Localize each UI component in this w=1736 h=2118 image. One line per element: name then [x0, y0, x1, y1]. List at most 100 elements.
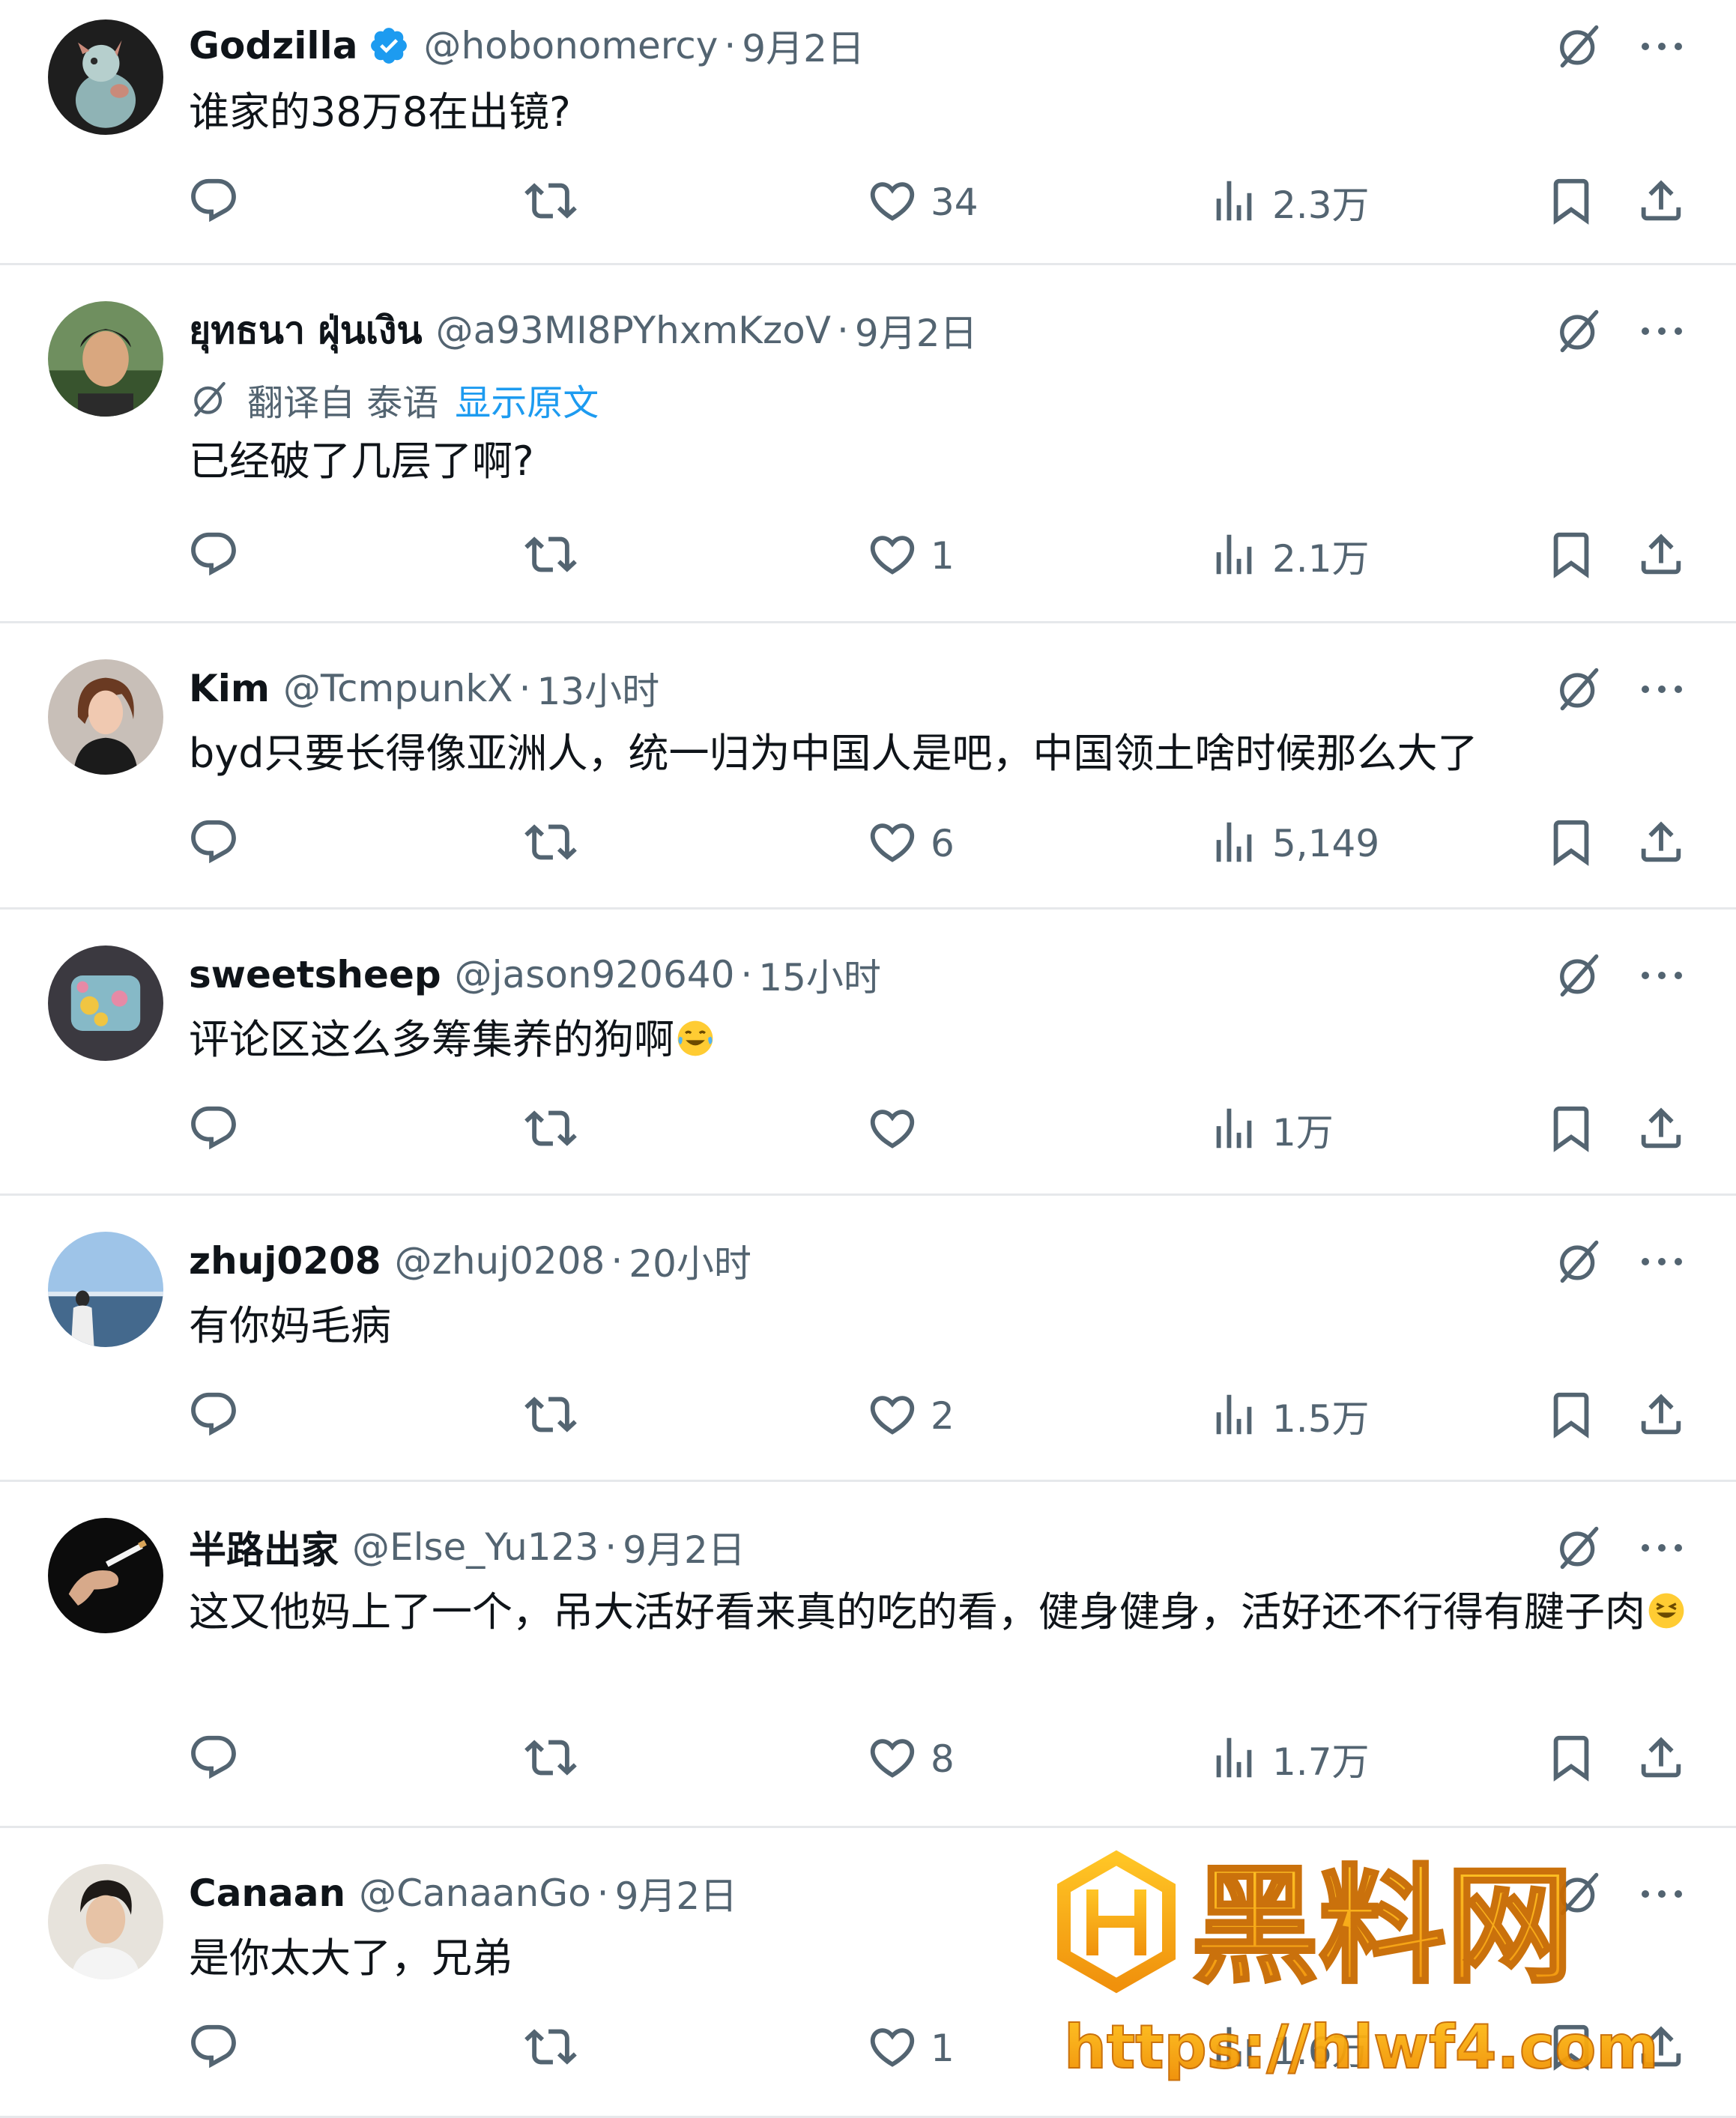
share-button[interactable]	[1635, 1379, 1687, 1453]
share-button[interactable]	[1635, 2011, 1687, 2086]
repost-button[interactable]	[524, 518, 577, 593]
separator-dot: ·	[611, 1239, 623, 1283]
user-handle[interactable]: @TcmpunkX	[283, 667, 513, 710]
display-name[interactable]: 半路出家	[189, 1520, 339, 1574]
like-button[interactable]: 2	[866, 1379, 955, 1453]
user-handle[interactable]: @CanaanGo	[359, 1872, 591, 1915]
like-button[interactable]: 1	[866, 518, 955, 593]
display-name[interactable]: Canaan	[189, 1872, 345, 1915]
display-name[interactable]: zhuj0208	[189, 1239, 381, 1283]
display-name[interactable]: Kim	[189, 667, 270, 710]
translation-notice: 翻译自 泰语 显示原文	[189, 373, 599, 426]
avatar[interactable]	[48, 19, 163, 135]
more-options-icon[interactable]	[1630, 15, 1693, 78]
avatar[interactable]	[48, 301, 163, 417]
views-button[interactable]: 2.3万	[1208, 165, 1370, 240]
share-button[interactable]	[1635, 518, 1687, 593]
repost-button[interactable]	[524, 806, 577, 881]
bookmark-button[interactable]	[1545, 518, 1597, 593]
views-icon	[1208, 2021, 1260, 2076]
reply-button[interactable]	[187, 806, 240, 881]
grok-icon[interactable]	[1548, 1863, 1611, 1925]
bookmark-icon	[1545, 175, 1597, 230]
views-button[interactable]: 1万	[1208, 1092, 1334, 1167]
avatar[interactable]	[48, 1232, 163, 1347]
views-button[interactable]: 2.1万	[1208, 518, 1370, 593]
timestamp[interactable]: 15小时	[758, 948, 881, 1002]
action-bar: 6 5,149	[0, 806, 1736, 881]
show-original-link[interactable]: 显示原文	[455, 373, 599, 426]
bookmark-button[interactable]	[1545, 1722, 1597, 1797]
reply-button[interactable]	[187, 1092, 240, 1167]
timestamp[interactable]: 20小时	[629, 1234, 751, 1288]
like-button[interactable]: 8	[866, 1722, 955, 1797]
reply-text-content: 这又他妈上了一个，吊大活好看来真的吃的看，健身健身，活好还不行得有腱子肉	[189, 1588, 1645, 1636]
grok-icon[interactable]	[1548, 1516, 1611, 1579]
reply-button[interactable]	[187, 1722, 240, 1797]
like-button[interactable]: 1	[866, 2011, 955, 2086]
more-options-icon[interactable]	[1630, 1516, 1693, 1579]
user-handle[interactable]: @Else_Yu123	[352, 1525, 599, 1569]
display-name[interactable]: Godzilla	[189, 24, 357, 67]
like-button[interactable]	[866, 1092, 931, 1167]
timestamp[interactable]: 9月2日	[855, 303, 978, 357]
like-count: 1	[931, 534, 955, 578]
reply-text: 谁家的38万8在出镜?	[189, 82, 1687, 142]
share-button[interactable]	[1635, 1092, 1687, 1167]
more-options-icon[interactable]	[1630, 1230, 1693, 1293]
views-icon	[1208, 1388, 1260, 1444]
grok-icon[interactable]	[1548, 15, 1611, 78]
reply-button[interactable]	[187, 1379, 240, 1453]
timestamp[interactable]: 13小时	[536, 662, 659, 715]
avatar[interactable]	[48, 1864, 163, 1979]
share-button[interactable]	[1635, 1722, 1687, 1797]
grinning-squint-emoji	[1645, 1588, 1687, 1630]
reply-item: Kim @TcmpunkX · 13小时 byd只要长得像亚洲人，统一归为中国人是吧，中…	[0, 623, 1736, 910]
bookmark-icon	[1545, 2021, 1597, 2076]
user-handle[interactable]: @jason920640	[455, 953, 735, 996]
grok-icon[interactable]	[1548, 300, 1611, 363]
user-handle[interactable]: @a93MI8PYhxmKzoV	[436, 309, 831, 352]
more-options-icon[interactable]	[1630, 300, 1693, 363]
repost-button[interactable]	[524, 1092, 577, 1167]
reply-button[interactable]	[187, 2011, 240, 2086]
timestamp[interactable]: 9月2日	[742, 19, 865, 73]
share-button[interactable]	[1635, 806, 1687, 881]
more-options-icon[interactable]	[1630, 658, 1693, 721]
more-options-icon[interactable]	[1630, 1863, 1693, 1925]
repost-button[interactable]	[524, 2011, 577, 2086]
like-button[interactable]: 6	[866, 806, 955, 881]
views-button[interactable]: 1.5万	[1208, 1379, 1370, 1453]
repost-button[interactable]	[524, 1379, 577, 1453]
action-bar: 34 2.3万	[0, 165, 1736, 240]
bookmark-button[interactable]	[1545, 806, 1597, 881]
user-handle[interactable]: @hobonomercy	[423, 24, 718, 67]
repost-button[interactable]	[524, 1722, 577, 1797]
user-handle[interactable]: @zhuj0208	[395, 1239, 605, 1283]
avatar[interactable]	[48, 659, 163, 775]
display-name[interactable]: ยุทธนา ฝุ่นเงิน	[189, 301, 423, 360]
bookmark-icon	[1545, 816, 1597, 871]
bookmark-button[interactable]	[1545, 2011, 1597, 2086]
grok-icon[interactable]	[1548, 944, 1611, 1007]
bookmark-button[interactable]	[1545, 1092, 1597, 1167]
bookmark-button[interactable]	[1545, 1379, 1597, 1453]
action-bar: 1万	[0, 1092, 1736, 1167]
display-name[interactable]: sweetsheep	[189, 953, 441, 996]
reply-button[interactable]	[187, 165, 240, 240]
views-button[interactable]: 1.6万	[1208, 2011, 1370, 2086]
views-button[interactable]: 1.7万	[1208, 1722, 1370, 1797]
timestamp[interactable]: 9月2日	[623, 1520, 745, 1574]
share-button[interactable]	[1635, 165, 1687, 240]
grok-icon[interactable]	[1548, 1230, 1611, 1293]
views-button[interactable]: 5,149	[1208, 806, 1379, 881]
repost-button[interactable]	[524, 165, 577, 240]
like-button[interactable]: 34	[866, 165, 979, 240]
bookmark-button[interactable]	[1545, 165, 1597, 240]
timestamp[interactable]: 9月2日	[615, 1866, 738, 1920]
avatar[interactable]	[48, 1518, 163, 1633]
reply-button[interactable]	[187, 518, 240, 593]
avatar[interactable]	[48, 945, 163, 1061]
grok-icon[interactable]	[1548, 658, 1611, 721]
more-options-icon[interactable]	[1630, 944, 1693, 1007]
